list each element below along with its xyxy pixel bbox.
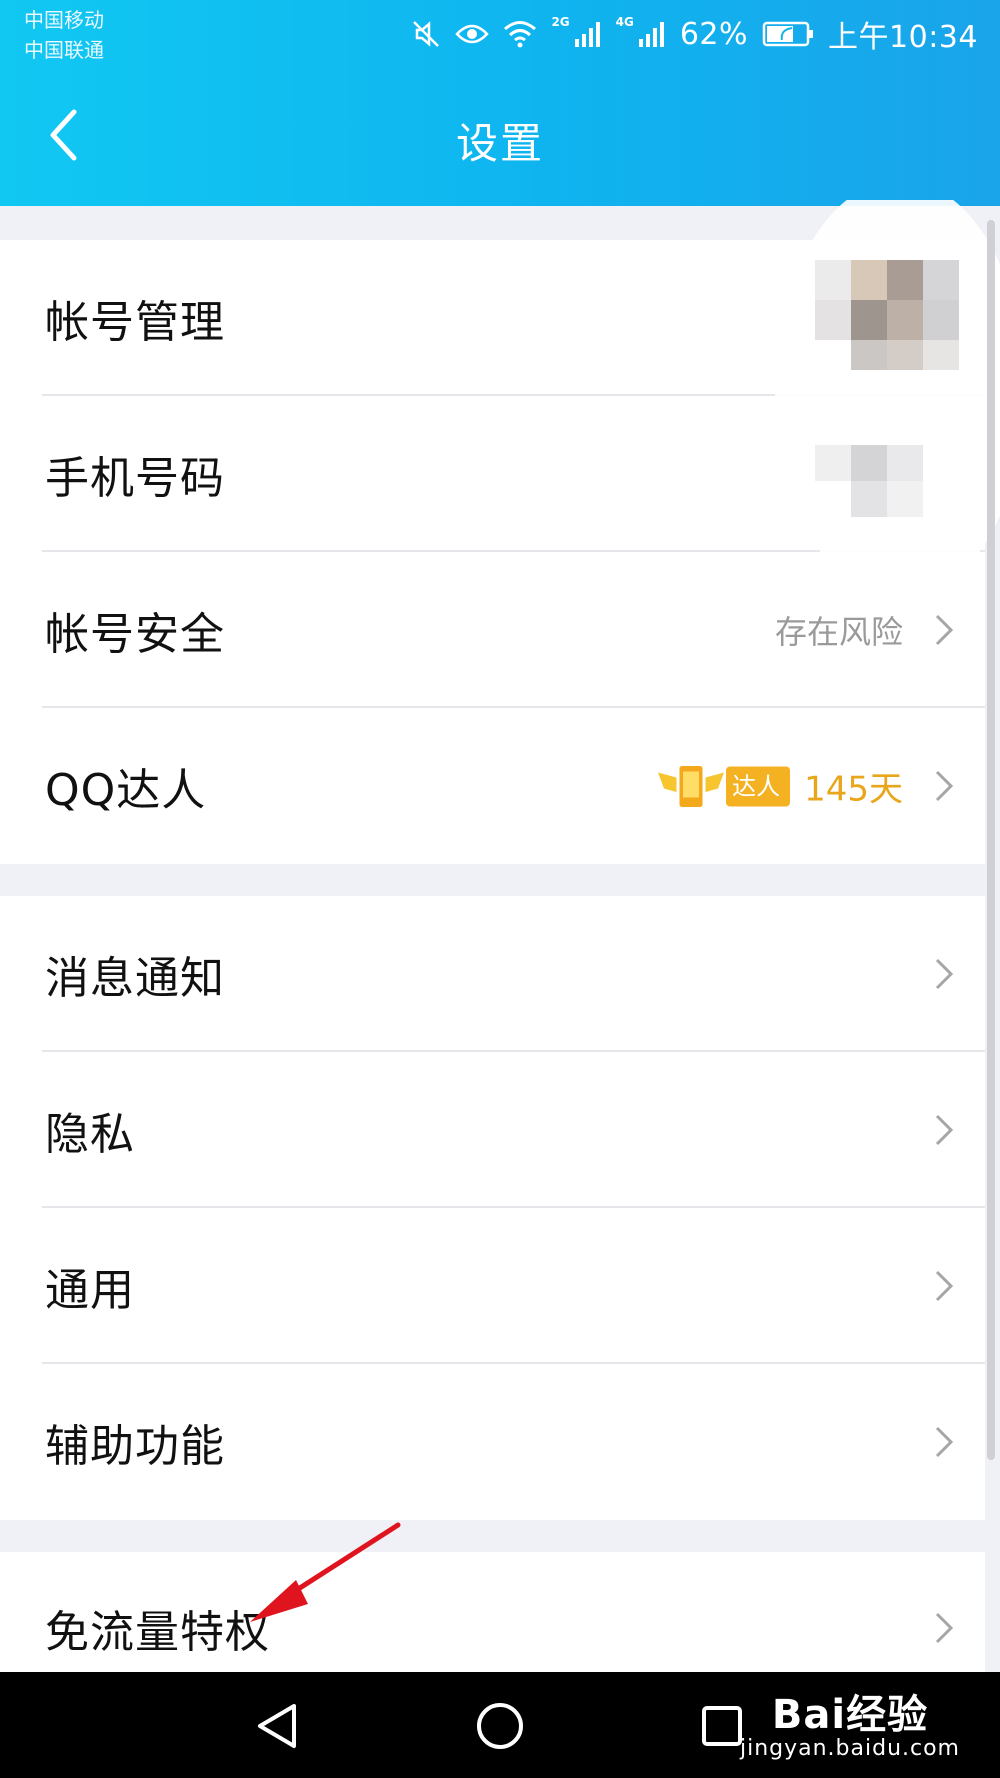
row-privacy[interactable]: 隐私 (0, 1052, 985, 1208)
battery-percent: 62% (679, 16, 749, 52)
settings-group-data: 免流量特权 (0, 1552, 985, 1672)
expert-badge-label: 达人 (726, 766, 791, 806)
chevron-right-icon (935, 1612, 954, 1644)
row-label: 手机号码 (45, 453, 225, 504)
baidu-watermark: Bai经验 jingyan.baidu.com (740, 1682, 960, 1761)
signal-2g-icon (574, 19, 602, 49)
row-label: 消息通知 (45, 953, 225, 1004)
pixelated-avatar-mosaic (740, 180, 1000, 620)
square-recents-icon (702, 1706, 742, 1746)
row-label: 免流量特权 (45, 1607, 270, 1658)
system-nav-bar: Bai经验 jingyan.baidu.com (0, 1672, 1000, 1778)
circle-home-icon (477, 1703, 523, 1749)
status-icons: 2G 4G 62% 上午10:34 (411, 12, 978, 56)
chevron-right-icon (935, 770, 954, 802)
triangle-back-icon (258, 1704, 296, 1748)
chevron-right-icon (935, 1270, 954, 1302)
row-label: 帐号管理 (45, 297, 225, 348)
watermark-url: jingyan.baidu.com (739, 1736, 960, 1761)
nav-home-button[interactable] (468, 1694, 532, 1758)
nav-back-button[interactable] (246, 1694, 310, 1758)
carrier-2: 中国联通 (24, 38, 104, 62)
expert-badge: 达人 (656, 762, 791, 810)
app-header: 中国移动 中国联通 2G 4G 62% 上午10:34 设置 (0, 0, 1000, 206)
watermark-brand: Bai经验 (771, 1692, 929, 1738)
scrollbar[interactable] (987, 220, 995, 1460)
row-data-free-privilege[interactable]: 免流量特权 (0, 1552, 985, 1672)
winged-phone-icon (658, 762, 725, 810)
row-label: 帐号安全 (45, 609, 225, 660)
row-label: QQ达人 (45, 765, 207, 816)
mute-icon (411, 19, 441, 49)
carrier-1: 中国移动 (24, 8, 104, 32)
row-label: 隐私 (45, 1109, 135, 1160)
eye-comfort-icon (455, 19, 490, 49)
settings-group-general: 消息通知 隐私 通用 辅助功能 (0, 896, 985, 1520)
signal-4g-icon (638, 19, 666, 49)
nav-bar: 设置 (0, 90, 1000, 186)
row-qq-expert[interactable]: QQ达人 达人 145天 (0, 708, 985, 864)
row-general[interactable]: 通用 (0, 1208, 985, 1364)
clock: 上午10:34 (828, 20, 978, 55)
chevron-right-icon (935, 1114, 954, 1146)
chevron-right-icon (935, 1426, 954, 1458)
status-bar: 中国移动 中国联通 2G 4G 62% 上午10:34 (0, 0, 1000, 70)
row-label: 辅助功能 (45, 1421, 225, 1472)
qq-expert-info: 达人 145天 (656, 762, 903, 811)
page-title: 设置 (455, 119, 544, 168)
chevron-right-icon (935, 958, 954, 990)
expert-days: 145天 (804, 769, 903, 810)
battery-icon (762, 20, 814, 48)
row-accessibility[interactable]: 辅助功能 (0, 1364, 985, 1520)
net-4g-label: 4G (615, 15, 634, 29)
net-2g-label: 2G (551, 15, 570, 29)
wifi-icon (503, 19, 537, 49)
row-label: 通用 (45, 1265, 135, 1316)
row-notifications[interactable]: 消息通知 (0, 896, 985, 1052)
